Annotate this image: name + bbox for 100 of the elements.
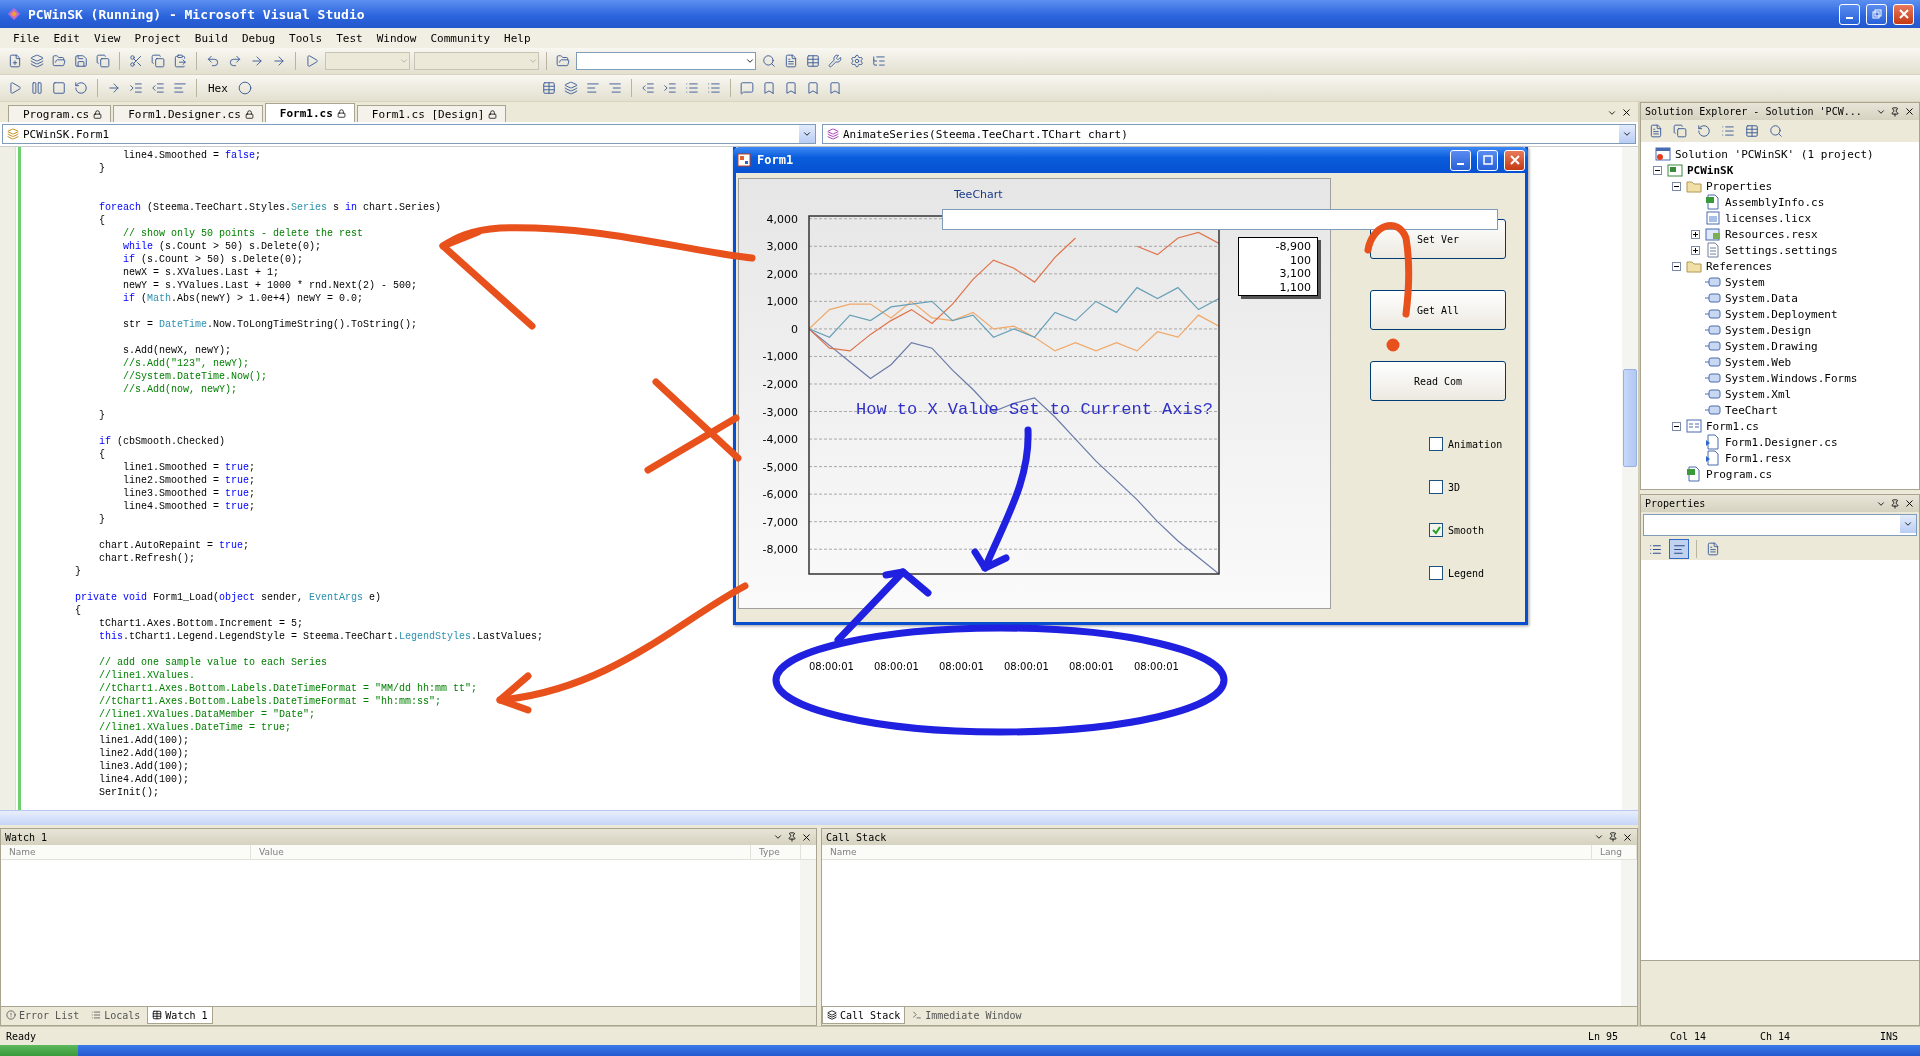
menu-item[interactable]: Tools xyxy=(282,31,330,45)
tree-item[interactable]: Settings.settings xyxy=(1725,243,1838,257)
document-tab[interactable]: Form1.Designer.cs xyxy=(113,105,263,122)
tree-item[interactable]: PCWinSK xyxy=(1687,163,1734,177)
tree-item[interactable]: Program.cs xyxy=(1706,467,1773,481)
column-header[interactable]: Value xyxy=(251,845,751,859)
start-button[interactable] xyxy=(0,1045,78,1056)
column-header[interactable]: Name xyxy=(822,845,1592,859)
settings-icon[interactable] xyxy=(848,52,866,70)
scrollbar[interactable] xyxy=(1621,860,1637,1006)
column-header[interactable]: Type xyxy=(751,845,801,859)
checkbox-label[interactable]: Smooth xyxy=(1448,524,1485,536)
pin-icon[interactable] xyxy=(1890,106,1900,117)
form-button[interactable]: Get All xyxy=(1370,290,1506,330)
menu-item[interactable]: Debug xyxy=(235,31,283,45)
menu-item[interactable]: File xyxy=(6,31,47,45)
tree-item[interactable]: System.Data xyxy=(1725,291,1798,305)
close-button[interactable] xyxy=(1893,3,1914,25)
tree-item[interactable]: System.Drawing xyxy=(1725,339,1818,353)
dropdown-icon[interactable] xyxy=(773,832,783,842)
panel-tab[interactable]: Locals xyxy=(86,1007,146,1024)
tree-item[interactable]: Resources.resx xyxy=(1725,227,1818,241)
menu-item[interactable]: Window xyxy=(369,31,424,45)
member-combo[interactable]: AnimateSeries(Steema.TeeChart.TChart chart) xyxy=(822,124,1636,144)
save-icon[interactable] xyxy=(72,52,90,70)
pin-icon[interactable] xyxy=(787,832,797,842)
restart-icon[interactable] xyxy=(72,79,90,97)
restore-button[interactable] xyxy=(1866,3,1887,25)
find-icon[interactable] xyxy=(760,52,778,70)
checkbox[interactable] xyxy=(1429,523,1443,537)
tree-item[interactable]: TeeChart xyxy=(1725,403,1778,417)
dropdown-icon[interactable] xyxy=(1594,832,1604,842)
panel-tab[interactable]: Watch 1 xyxy=(147,1007,213,1024)
menu-item[interactable]: Community xyxy=(423,31,498,45)
toolbox-icon[interactable] xyxy=(826,52,844,70)
document-tab[interactable]: Form1.cs [Design] xyxy=(356,105,507,122)
copy-icon[interactable] xyxy=(149,52,167,70)
pin-icon[interactable] xyxy=(1608,832,1618,842)
tree-item[interactable]: System.Xml xyxy=(1725,387,1792,401)
refresh-icon[interactable] xyxy=(1695,122,1713,140)
checkbox[interactable] xyxy=(1429,566,1443,580)
tree-item[interactable]: Form1.resx xyxy=(1725,451,1792,465)
minimize-button[interactable] xyxy=(1450,149,1471,171)
column-header[interactable]: Name xyxy=(1,845,251,859)
document-tab[interactable]: Form1.cs xyxy=(264,103,355,122)
menu-item[interactable]: Edit xyxy=(46,31,87,45)
tree-item[interactable]: System.Design xyxy=(1725,323,1812,337)
checkbox-label[interactable]: 3D xyxy=(1448,481,1461,493)
panel-tab[interactable]: Immediate Window xyxy=(907,1007,1027,1024)
checkbox-label[interactable]: Legend xyxy=(1448,567,1485,579)
tree-item[interactable]: Solution 'PCWinSK' (1 project) xyxy=(1675,147,1874,161)
tree-item[interactable]: licenses.licx xyxy=(1725,211,1812,225)
collapse-icon[interactable] xyxy=(1672,261,1681,271)
stop-icon[interactable] xyxy=(50,79,68,97)
close-icon[interactable] xyxy=(1904,498,1915,509)
tree-item[interactable]: System.Windows.Forms xyxy=(1725,371,1858,385)
tree-item[interactable]: Properties xyxy=(1706,179,1773,193)
expand-icon[interactable] xyxy=(1691,245,1700,255)
checkbox[interactable] xyxy=(1429,437,1443,451)
close-button[interactable] xyxy=(1504,149,1525,171)
close-icon[interactable] xyxy=(1621,107,1632,118)
scrollbar[interactable] xyxy=(1622,147,1638,810)
menu-item[interactable]: Test xyxy=(329,31,370,45)
scrollbar[interactable] xyxy=(0,810,1638,825)
text-field[interactable] xyxy=(942,209,1498,230)
collapse-icon[interactable] xyxy=(1653,165,1662,175)
menu-item[interactable]: View xyxy=(87,31,128,45)
tree-item[interactable]: System.Deployment xyxy=(1725,307,1838,321)
tree-item[interactable]: AssemblyInfo.cs xyxy=(1725,195,1825,209)
sort-alphabetical-button[interactable] xyxy=(1669,539,1689,559)
tree-item[interactable]: System xyxy=(1725,275,1765,289)
column-header[interactable]: Lang xyxy=(1592,845,1637,859)
checkbox[interactable] xyxy=(1429,480,1443,494)
collapse-icon[interactable] xyxy=(1672,421,1681,431)
menu-item[interactable]: Project xyxy=(127,31,188,45)
maximize-button[interactable] xyxy=(1477,149,1498,171)
tree-item[interactable]: Form1.Designer.cs xyxy=(1725,435,1838,449)
find-combo[interactable] xyxy=(576,52,756,70)
document-tab[interactable]: Program.cs xyxy=(8,105,112,122)
form-button[interactable]: Read Com xyxy=(1370,361,1506,401)
close-icon[interactable] xyxy=(1622,831,1633,843)
pin-icon[interactable] xyxy=(1890,498,1900,509)
checkbox-label[interactable]: Animation xyxy=(1448,438,1503,450)
hex-button[interactable]: Hex xyxy=(204,78,232,98)
menu-item[interactable]: Build xyxy=(187,31,235,45)
close-icon[interactable] xyxy=(801,831,812,843)
type-combo[interactable]: PCWinSK.Form1 xyxy=(2,124,816,144)
panel-tab[interactable]: Error List xyxy=(1,1007,85,1024)
close-icon[interactable] xyxy=(1904,106,1915,117)
scrollbar[interactable] xyxy=(800,860,816,1006)
object-combo[interactable] xyxy=(1643,514,1917,536)
time-label: 08:00:01 xyxy=(939,661,985,672)
minimize-button[interactable] xyxy=(1839,3,1860,25)
expand-icon[interactable] xyxy=(1691,229,1700,239)
tree-item[interactable]: System.Web xyxy=(1725,355,1792,369)
tree-item[interactable]: References xyxy=(1706,259,1773,273)
panel-tab[interactable]: Call Stack xyxy=(822,1007,906,1024)
collapse-icon[interactable] xyxy=(1672,181,1681,191)
tree-item[interactable]: Form1.cs xyxy=(1706,419,1759,433)
menu-item[interactable]: Help xyxy=(497,31,538,45)
